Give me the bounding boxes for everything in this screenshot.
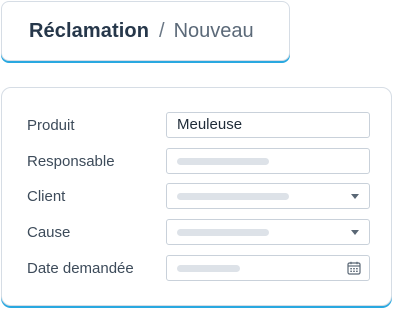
cause-select[interactable] <box>166 219 370 245</box>
cause-label: Cause <box>27 224 71 241</box>
produit-label: Produit <box>27 117 75 134</box>
date-demandee-field[interactable] <box>166 255 370 281</box>
form-row-responsable: Responsable <box>27 148 371 176</box>
responsable-label: Responsable <box>27 153 115 170</box>
chevron-down-icon[interactable] <box>351 230 359 235</box>
client-select[interactable] <box>166 183 370 209</box>
form-row-client: Client <box>27 183 371 211</box>
new-complaint-form: Produit Meuleuse Responsable Client Caus… <box>1 87 392 306</box>
produit-value: Meuleuse <box>177 116 243 133</box>
client-label: Client <box>27 188 66 205</box>
placeholder-bar <box>177 265 240 272</box>
breadcrumb-title[interactable]: Réclamation <box>29 20 149 43</box>
chevron-down-icon[interactable] <box>351 194 359 199</box>
date-demandee-label: Date demandée <box>27 260 134 277</box>
placeholder-bar <box>177 193 289 200</box>
placeholder-bar <box>177 229 269 236</box>
form-row-date-demandee: Date demandée <box>27 255 371 283</box>
breadcrumb-separator: / <box>159 19 165 42</box>
form-row-cause: Cause <box>27 219 371 247</box>
placeholder-bar <box>177 158 269 165</box>
breadcrumb: Réclamation / Nouveau <box>1 1 290 61</box>
calendar-icon[interactable] <box>347 261 361 275</box>
breadcrumb-current: Nouveau <box>173 19 254 42</box>
produit-field[interactable]: Meuleuse <box>166 112 370 138</box>
responsable-field[interactable] <box>166 148 370 174</box>
form-row-produit: Produit Meuleuse <box>27 112 371 140</box>
